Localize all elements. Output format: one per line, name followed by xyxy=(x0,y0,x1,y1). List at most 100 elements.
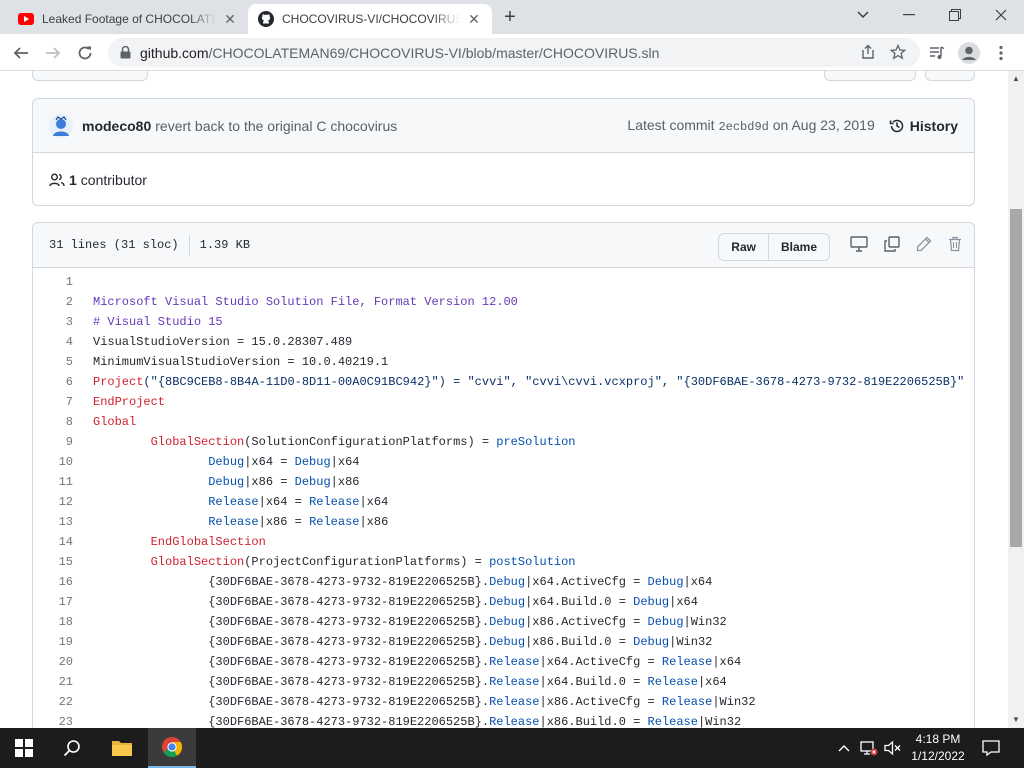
url-text[interactable]: github.com/CHOCOLATEMAN69/CHOCOVIRUS-VI/… xyxy=(140,45,659,61)
notifications-icon[interactable] xyxy=(982,728,1000,768)
share-icon[interactable] xyxy=(860,44,876,63)
line-number[interactable]: 8 xyxy=(33,415,73,429)
file-viewer: 31 lines (31 sloc) 1.39 KB Raw Blame 1 2… xyxy=(32,222,975,728)
line-content: Global xyxy=(73,415,136,429)
close-window-button[interactable] xyxy=(978,0,1024,30)
history-button[interactable]: History xyxy=(889,118,958,134)
address-bar[interactable]: github.com/CHOCOLATEMAN69/CHOCOVIRUS-VI/… xyxy=(108,38,920,67)
tab-github[interactable]: CHOCOVIRUS-VI/CHOCOVIRUS.sln ✕ xyxy=(248,4,492,34)
author-avatar[interactable] xyxy=(49,113,73,138)
commit-sha-link[interactable]: 2ecbd9d xyxy=(718,120,768,134)
more-options-button[interactable] xyxy=(925,71,975,81)
branch-select-button[interactable] xyxy=(32,71,148,81)
raw-button[interactable]: Raw xyxy=(719,234,768,260)
line-content: GlobalSection(SolutionConfigurationPlatf… xyxy=(73,435,576,449)
code-token: postSolution xyxy=(489,555,576,569)
system-clock[interactable]: 4:18 PM 1/12/2022 xyxy=(902,731,974,765)
code-token: |x64 xyxy=(712,655,742,669)
media-control-icon[interactable] xyxy=(924,40,950,66)
show-hidden-icons-chevron[interactable] xyxy=(838,728,850,768)
restore-button[interactable] xyxy=(932,0,978,30)
copy-raw-icon[interactable] xyxy=(884,236,900,256)
code-line: 12 Release|x64 = Release|x64 xyxy=(33,492,974,512)
code-listing: 1 2 Microsoft Visual Studio Solution File,… xyxy=(33,268,974,728)
trash-delete-icon[interactable] xyxy=(948,236,962,256)
chrome-icon xyxy=(162,737,183,758)
code-line: 1 xyxy=(33,272,974,292)
code-token: Debug xyxy=(489,575,526,589)
line-number[interactable]: 20 xyxy=(33,655,73,669)
code-token: Release xyxy=(489,695,540,709)
line-number[interactable]: 17 xyxy=(33,595,73,609)
start-button[interactable] xyxy=(0,728,48,768)
code-token: |x64 xyxy=(359,495,389,509)
code-token: {30DF6BAE-3678-4273-9732-819E2206525B}. xyxy=(93,635,490,649)
code-token: |x64 xyxy=(669,595,698,609)
line-number[interactable]: 16 xyxy=(33,575,73,589)
scrollbar-thumb[interactable] xyxy=(1010,209,1022,547)
chrome-menu-icon[interactable] xyxy=(988,40,1014,66)
new-tab-button[interactable]: + xyxy=(498,6,522,30)
tab-youtube[interactable]: Leaked Footage of CHOCOLATEMAN ✕ xyxy=(8,4,248,34)
contributor-label: contributor xyxy=(80,171,147,188)
blame-button[interactable]: Blame xyxy=(767,234,829,260)
code-token: Release xyxy=(208,515,259,529)
back-button[interactable] xyxy=(8,40,34,66)
code-token: |Win32 xyxy=(683,615,727,629)
chrome-taskbar-button[interactable] xyxy=(148,728,196,768)
close-tab-icon[interactable]: ✕ xyxy=(466,11,482,27)
line-number[interactable]: 21 xyxy=(33,675,73,689)
commit-author-link[interactable]: modeco80 xyxy=(82,118,151,134)
go-to-file-button[interactable] xyxy=(824,71,916,81)
line-number[interactable]: 19 xyxy=(33,635,73,649)
volume-muted-icon[interactable] xyxy=(884,728,902,768)
reload-button[interactable] xyxy=(72,40,98,66)
line-number[interactable]: 12 xyxy=(33,495,73,509)
profile-avatar-icon[interactable] xyxy=(956,40,982,66)
code-line: 7 EndProject xyxy=(33,392,974,412)
line-number[interactable]: 22 xyxy=(33,695,73,709)
line-number[interactable]: 9 xyxy=(33,435,73,449)
tab-search-chevron-icon[interactable] xyxy=(840,0,886,30)
line-number[interactable]: 11 xyxy=(33,475,73,489)
code-token: {30DF6BAE-3678-4273-9732-819E2206525B}. xyxy=(93,715,490,728)
commit-message-link[interactable]: revert back to the original C chocovirus xyxy=(155,118,627,134)
search-button[interactable] xyxy=(48,728,96,768)
scroll-down-arrow-icon[interactable]: ▼ xyxy=(1008,712,1024,728)
line-number[interactable]: 1 xyxy=(33,275,73,289)
desktop-open-icon[interactable] xyxy=(850,236,868,256)
line-number[interactable]: 23 xyxy=(33,715,73,728)
forward-button[interactable] xyxy=(40,40,66,66)
latest-commit-label: Latest commit xyxy=(627,117,715,133)
line-number[interactable]: 7 xyxy=(33,395,73,409)
line-number[interactable]: 10 xyxy=(33,455,73,469)
network-icon[interactable] xyxy=(860,728,878,768)
line-number[interactable]: 18 xyxy=(33,615,73,629)
code-token: {30DF6BAE-3678-4273-9732-819E2206525B}. xyxy=(93,675,490,689)
file-explorer-button[interactable] xyxy=(98,728,146,768)
line-number[interactable]: 4 xyxy=(33,335,73,349)
line-number[interactable]: 2 xyxy=(33,295,73,309)
lock-icon[interactable] xyxy=(120,46,132,59)
code-line: 22 {30DF6BAE-3678-4273-9732-819E2206525B… xyxy=(33,692,974,712)
code-token: Debug xyxy=(633,595,670,609)
contributors-row[interactable]: 1 contributor xyxy=(33,153,974,206)
line-number[interactable]: 15 xyxy=(33,555,73,569)
line-number[interactable]: 6 xyxy=(33,375,73,389)
page-scrollbar[interactable]: ▲ ▼ xyxy=(1008,71,1024,728)
line-number[interactable]: 5 xyxy=(33,355,73,369)
code-token: |x64.ActiveCfg = xyxy=(525,575,648,589)
code-token: Debug xyxy=(647,575,684,589)
minimize-button[interactable] xyxy=(886,0,932,30)
line-number[interactable]: 3 xyxy=(33,315,73,329)
latest-commit-row: modeco80 revert back to the original C c… xyxy=(33,99,974,153)
line-content: VisualStudioVersion = 15.0.28307.489 xyxy=(73,335,352,349)
line-number[interactable]: 13 xyxy=(33,515,73,529)
bookmark-star-icon[interactable] xyxy=(889,43,907,63)
scroll-up-arrow-icon[interactable]: ▲ xyxy=(1008,71,1024,87)
edit-pencil-icon[interactable] xyxy=(916,236,932,256)
line-number[interactable]: 14 xyxy=(33,535,73,549)
close-tab-icon[interactable]: ✕ xyxy=(222,11,238,27)
